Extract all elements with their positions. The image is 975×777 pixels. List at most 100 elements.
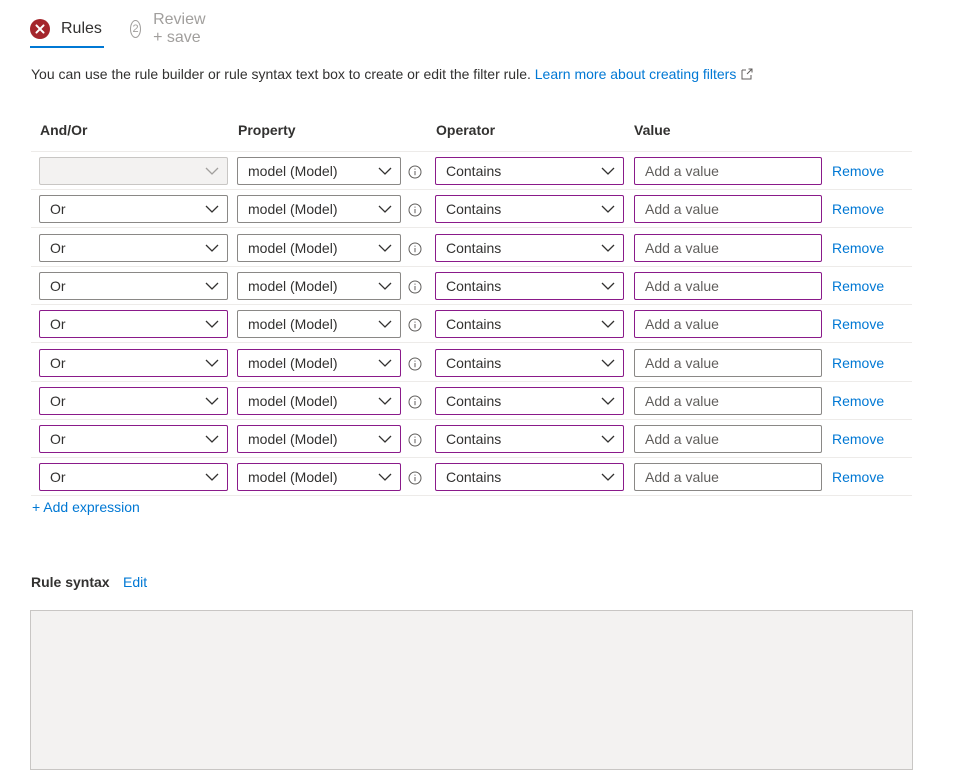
info-icon[interactable]	[408, 242, 422, 256]
chevron-down-icon	[378, 473, 392, 482]
property-value: model (Model)	[248, 392, 338, 409]
operator-dropdown[interactable]: Contains	[435, 348, 624, 377]
learn-more-link-text: Learn more about creating filters	[534, 66, 737, 82]
andor-dropdown[interactable]: Or	[39, 233, 228, 262]
value-input[interactable]: Add a value	[634, 463, 822, 492]
value-input[interactable]: Add a value	[634, 386, 822, 415]
andor-value: Or	[50, 316, 66, 333]
property-dropdown[interactable]: model (Model)	[237, 386, 401, 415]
andor-dropdown[interactable]: Or	[39, 463, 228, 492]
chevron-down-icon	[378, 282, 392, 290]
remove-link[interactable]: Remove	[832, 240, 884, 256]
andor-value: Or	[50, 354, 66, 371]
property-dropdown[interactable]: model (Model)	[237, 195, 401, 224]
remove-link[interactable]: Remove	[832, 316, 884, 332]
chevron-down-icon	[378, 205, 392, 214]
andor-dropdown[interactable]: Or	[39, 348, 228, 377]
tab-rules-label: Rules	[61, 20, 102, 37]
operator-dropdown[interactable]: Contains	[435, 233, 624, 262]
property-dropdown[interactable]: model (Model)	[237, 233, 401, 262]
chevron-down-icon	[601, 435, 615, 444]
tab-rules[interactable]: Rules	[30, 14, 104, 48]
add-expression-link[interactable]: + Add expression	[32, 499, 140, 515]
operator-dropdown[interactable]: Contains	[435, 157, 624, 185]
property-dropdown[interactable]: model (Model)	[237, 157, 401, 185]
andor-dropdown[interactable]: Or	[39, 195, 228, 224]
chevron-down-icon	[205, 473, 219, 482]
operator-dropdown[interactable]: Contains	[435, 386, 624, 415]
value-input[interactable]: Add a value	[634, 157, 822, 185]
info-icon[interactable]	[408, 280, 422, 294]
value-input[interactable]: Add a value	[634, 195, 822, 224]
operator-value: Contains	[446, 354, 502, 371]
rule-row: Or model (Model) Contains Add a value Remove	[31, 229, 912, 267]
property-dropdown[interactable]: model (Model)	[237, 348, 401, 377]
value-placeholder: Add a value	[645, 239, 719, 256]
property-dropdown[interactable]: model (Model)	[237, 463, 401, 492]
rule-syntax-textbox[interactable]	[30, 610, 913, 770]
value-placeholder: Add a value	[645, 431, 719, 448]
operator-dropdown[interactable]: Contains	[435, 271, 624, 300]
operator-value: Contains	[446, 316, 502, 333]
property-dropdown[interactable]: model (Model)	[237, 310, 401, 339]
rule-row: Or model (Model) Contains Add a value Remove	[31, 267, 912, 305]
chevron-down-icon	[601, 244, 615, 252]
header-operator: Operator	[436, 122, 496, 138]
remove-link[interactable]: Remove	[832, 393, 884, 409]
property-value: model (Model)	[248, 201, 338, 218]
rule-syntax-edit-link[interactable]: Edit	[123, 574, 147, 590]
info-icon[interactable]	[408, 318, 422, 332]
operator-value: Contains	[446, 163, 502, 179]
info-icon[interactable]	[408, 395, 422, 409]
operator-dropdown[interactable]: Contains	[435, 463, 624, 492]
andor-dropdown[interactable]: Or	[39, 425, 228, 454]
remove-link[interactable]: Remove	[832, 278, 884, 294]
value-placeholder: Add a value	[645, 469, 719, 486]
external-link-icon	[741, 68, 753, 80]
description-text: You can use the rule builder or rule syn…	[31, 66, 531, 82]
remove-link[interactable]: Remove	[832, 201, 884, 217]
operator-dropdown[interactable]: Contains	[435, 195, 624, 224]
property-dropdown[interactable]: model (Model)	[237, 271, 401, 300]
property-value: model (Model)	[248, 163, 338, 179]
remove-link[interactable]: Remove	[832, 469, 884, 485]
tab-review-save[interactable]: 2 Review + save	[130, 11, 212, 46]
rule-row: Or model (Model) Contains Add a value Remove	[31, 305, 912, 344]
andor-dropdown[interactable]: Or	[39, 386, 228, 415]
value-placeholder: Add a value	[645, 163, 719, 179]
info-icon[interactable]	[408, 471, 422, 485]
chevron-down-icon	[205, 397, 219, 405]
chevron-down-icon	[378, 397, 392, 405]
andor-dropdown[interactable]: Or	[39, 271, 228, 300]
operator-value: Contains	[446, 469, 502, 486]
property-value: model (Model)	[248, 469, 338, 486]
andor-dropdown[interactable]: Or	[39, 310, 228, 339]
info-icon[interactable]	[408, 433, 422, 447]
remove-link[interactable]: Remove	[832, 355, 884, 371]
chevron-down-icon	[378, 359, 392, 367]
property-value: model (Model)	[248, 316, 338, 333]
value-input[interactable]: Add a value	[634, 271, 822, 300]
value-input[interactable]: Add a value	[634, 310, 822, 339]
remove-link[interactable]: Remove	[832, 431, 884, 447]
value-input[interactable]: Add a value	[634, 233, 822, 262]
value-input[interactable]: Add a value	[634, 348, 822, 377]
header-andor: And/Or	[40, 122, 88, 138]
chevron-down-icon	[601, 320, 615, 329]
rule-syntax-label: Rule syntax	[31, 574, 110, 590]
info-icon[interactable]	[408, 203, 422, 217]
info-icon[interactable]	[408, 165, 422, 179]
value-input[interactable]: Add a value	[634, 425, 822, 454]
chevron-down-icon	[601, 397, 615, 405]
info-icon[interactable]	[408, 357, 422, 371]
chevron-down-icon	[601, 473, 615, 482]
operator-dropdown[interactable]: Contains	[435, 425, 624, 454]
learn-more-link[interactable]: Learn more about creating filters	[535, 66, 754, 82]
value-placeholder: Add a value	[645, 316, 719, 333]
chevron-down-icon	[205, 282, 219, 290]
chevron-down-icon	[601, 359, 615, 367]
property-dropdown[interactable]: model (Model)	[237, 425, 401, 454]
rule-row: model (Model) Contains Add a value Remove	[31, 152, 912, 190]
remove-link[interactable]: Remove	[832, 163, 884, 179]
operator-dropdown[interactable]: Contains	[435, 310, 624, 339]
